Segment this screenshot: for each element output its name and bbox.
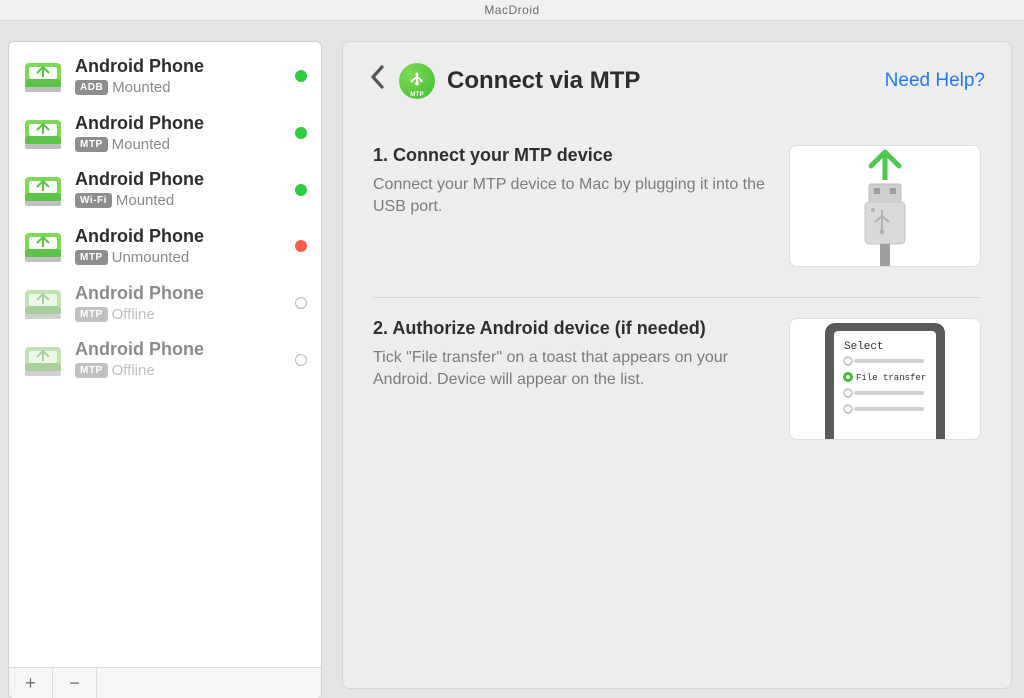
step-1: 1. Connect your MTP device Connect your … xyxy=(373,125,981,297)
device-item[interactable]: Android Phone Wi-Fi Mounted xyxy=(9,161,321,218)
protocol-badge: MTP xyxy=(75,137,108,152)
device-item[interactable]: Android Phone ADB Mounted xyxy=(9,48,321,105)
step-1-title: 1. Connect your MTP device xyxy=(373,145,769,166)
device-item[interactable]: Android Phone MTP Offline xyxy=(9,331,321,388)
device-item[interactable]: Android Phone MTP Unmounted xyxy=(9,218,321,275)
device-state: Offline xyxy=(112,362,155,379)
status-indicator xyxy=(295,70,307,82)
protocol-badge: MTP xyxy=(75,250,108,265)
device-name: Android Phone xyxy=(75,113,287,134)
status-indicator xyxy=(295,184,307,196)
mtp-icon: MTP xyxy=(399,63,435,99)
device-state: Unmounted xyxy=(112,249,190,266)
device-name: Android Phone xyxy=(75,226,287,247)
illus-select-label: Select xyxy=(844,341,884,353)
step-2-desc: Tick "File transfer" on a toast that app… xyxy=(373,347,769,390)
device-name: Android Phone xyxy=(75,339,287,360)
device-disk-icon xyxy=(23,227,63,265)
window-titlebar: MacDroid xyxy=(0,0,1024,21)
step-1-desc: Connect your MTP device to Mac by pluggi… xyxy=(373,174,769,217)
illus-file-transfer-label: File transfer xyxy=(856,373,926,383)
main-panel: MTP Connect via MTP Need Help? 1. Connec… xyxy=(342,41,1012,689)
device-disk-icon xyxy=(23,114,63,152)
device-disk-icon xyxy=(23,341,63,379)
status-indicator xyxy=(295,127,307,139)
sidebar-footer: + − xyxy=(9,667,321,698)
device-name: Android Phone xyxy=(75,169,287,190)
protocol-badge: ADB xyxy=(75,80,108,95)
device-item[interactable]: Android Phone MTP Mounted xyxy=(9,105,321,162)
usb-illustration xyxy=(789,145,981,267)
page-title: Connect via MTP xyxy=(447,67,640,95)
step-2-title: 2. Authorize Android device (if needed) xyxy=(373,318,769,339)
device-sidebar: Android Phone ADB Mounted Android Phone MTP… xyxy=(8,41,322,698)
device-name: Android Phone xyxy=(75,56,287,77)
protocol-badge: MTP xyxy=(75,307,108,322)
device-name: Android Phone xyxy=(75,283,287,304)
main-header: MTP Connect via MTP Need Help? xyxy=(343,52,1011,125)
device-disk-icon xyxy=(23,284,63,322)
status-indicator xyxy=(295,354,307,366)
device-state: Mounted xyxy=(112,79,170,96)
device-item[interactable]: Android Phone MTP Offline xyxy=(9,275,321,332)
remove-device-button[interactable]: − xyxy=(53,668,97,698)
step-2: 2. Authorize Android device (if needed) … xyxy=(373,297,981,470)
status-indicator xyxy=(295,297,307,309)
add-device-button[interactable]: + xyxy=(9,668,53,698)
device-state: Mounted xyxy=(116,192,174,209)
device-state: Mounted xyxy=(112,136,170,153)
back-button[interactable] xyxy=(365,60,395,101)
mtp-label: MTP xyxy=(399,92,435,98)
device-list: Android Phone ADB Mounted Android Phone MTP… xyxy=(9,42,321,667)
device-disk-icon xyxy=(23,171,63,209)
protocol-badge: MTP xyxy=(75,363,108,378)
status-indicator xyxy=(295,240,307,252)
need-help-link[interactable]: Need Help? xyxy=(885,70,985,92)
chevron-left-icon xyxy=(369,64,385,90)
device-disk-icon xyxy=(23,57,63,95)
device-state: Offline xyxy=(112,306,155,323)
protocol-badge: Wi-Fi xyxy=(75,193,112,208)
authorize-illustration: Select File transfer xyxy=(789,318,981,440)
